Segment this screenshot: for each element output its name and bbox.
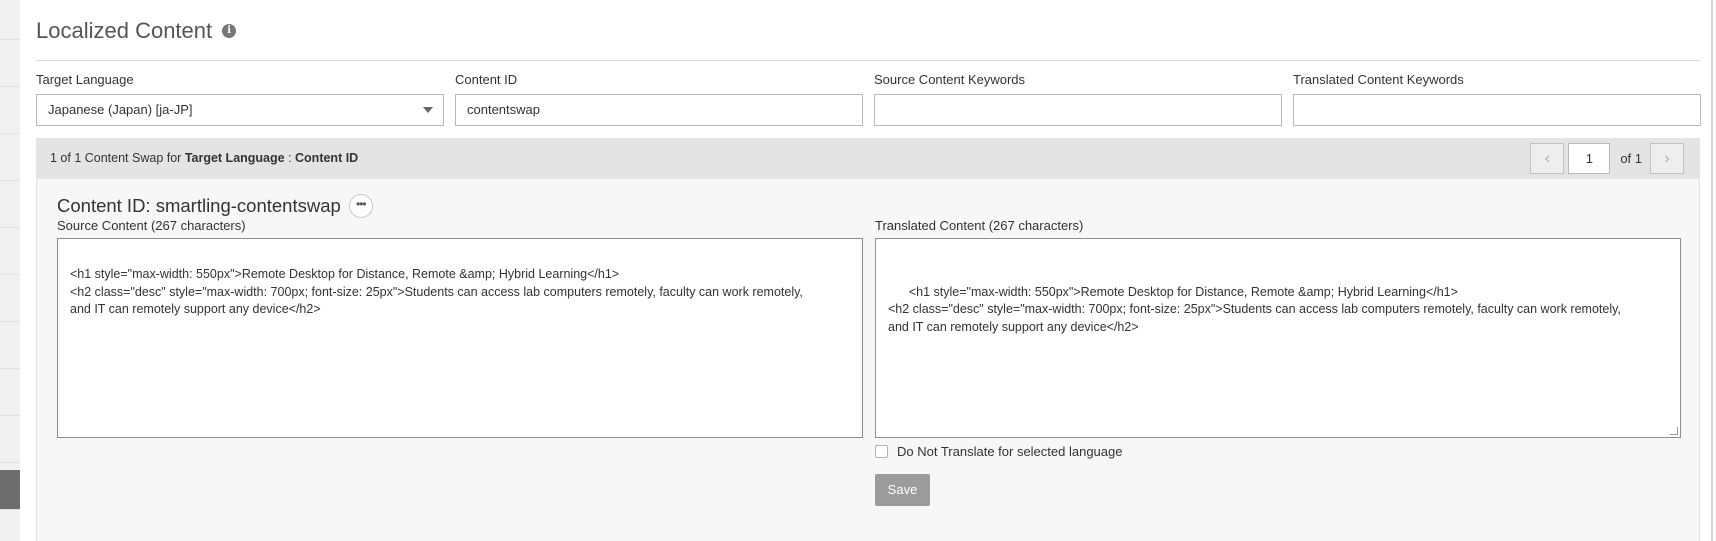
do-not-translate-checkbox[interactable] xyxy=(875,444,888,458)
target-language-value: Japanese (Japan) [ja-JP] xyxy=(48,102,193,117)
content-id-input[interactable]: contentswap xyxy=(455,94,863,126)
vertical-scrollbar[interactable] xyxy=(1711,0,1713,541)
source-keywords-filter: Source Content Keywords xyxy=(874,72,1282,126)
do-not-translate-row: Do Not Translate for selected language xyxy=(875,443,1122,459)
nav-rail-item[interactable] xyxy=(0,423,20,463)
header-divider xyxy=(36,60,1700,61)
translated-content-label: Translated Content (267 characters) xyxy=(875,218,1084,233)
resize-handle-icon[interactable] xyxy=(1670,427,1678,435)
source-keywords-input[interactable] xyxy=(874,94,1282,126)
results-summary-separator: : xyxy=(284,151,296,165)
target-language-select[interactable]: Japanese (Japan) [ja-JP] xyxy=(36,94,444,126)
content-item-header: Content ID: smartling-contentswap ••• xyxy=(57,193,373,219)
pagination: ‹ 1 of 1 › xyxy=(1530,143,1684,174)
nav-rail-item[interactable] xyxy=(0,47,20,87)
main-content: Localized Content i Target Language Japa… xyxy=(36,0,1701,541)
results-summary-prefix: 1 of 1 Content Swap for xyxy=(50,151,185,165)
content-id-filter: Content ID contentswap xyxy=(455,72,863,126)
translated-content-text: <h1 style="max-width: 550px">Remote Desk… xyxy=(888,284,1621,334)
content-id-label: Content ID xyxy=(455,72,518,87)
nav-rail-item[interactable] xyxy=(0,329,20,369)
results-bar: 1 of 1 Content Swap for Target Language … xyxy=(36,138,1700,179)
source-content-textarea: <h1 style="max-width: 550px">Remote Desk… xyxy=(57,238,863,438)
translated-content-textarea[interactable]: <h1 style="max-width: 550px">Remote Desk… xyxy=(875,238,1681,438)
page-number-input[interactable]: 1 xyxy=(1568,143,1611,174)
page-header: Localized Content i xyxy=(36,16,237,46)
nav-rail-item[interactable] xyxy=(0,282,20,322)
left-nav-rail xyxy=(0,0,20,541)
results-summary-content-id: Content ID xyxy=(295,151,359,165)
nav-rail-item[interactable] xyxy=(0,94,20,134)
info-icon[interactable]: i xyxy=(222,24,237,38)
ellipsis-icon: ••• xyxy=(355,197,367,211)
source-content-label: Source Content (267 characters) xyxy=(57,218,246,233)
source-keywords-label: Source Content Keywords xyxy=(874,72,1026,87)
target-language-label: Target Language xyxy=(36,72,134,87)
page-count: of 1 xyxy=(1620,151,1642,166)
nav-rail-item[interactable] xyxy=(0,235,20,275)
translated-keywords-label: Translated Content Keywords xyxy=(1293,72,1464,87)
translated-keywords-filter: Translated Content Keywords xyxy=(1293,72,1701,126)
chevron-right-icon: › xyxy=(1664,150,1670,167)
save-button[interactable]: Save xyxy=(875,474,930,506)
results-summary-target-language: Target Language xyxy=(184,151,285,165)
content-item-title: Content ID: smartling-contentswap xyxy=(57,195,341,216)
next-page-button[interactable]: › xyxy=(1650,143,1684,174)
translated-keywords-input[interactable] xyxy=(1293,94,1701,126)
nav-rail-item[interactable] xyxy=(0,141,20,181)
do-not-translate-label[interactable]: Do Not Translate for selected language xyxy=(897,444,1122,459)
page-title: Localized Content xyxy=(36,18,213,43)
nav-rail-item[interactable] xyxy=(0,188,20,228)
prev-page-button[interactable]: ‹ xyxy=(1530,143,1565,174)
results-summary: 1 of 1 Content Swap for Target Language … xyxy=(50,138,358,179)
target-language-filter: Target Language Japanese (Japan) [ja-JP] xyxy=(36,72,444,126)
nav-rail-item[interactable] xyxy=(0,376,20,416)
nav-rail-item[interactable] xyxy=(0,517,20,541)
nav-rail-item-active[interactable] xyxy=(0,470,20,510)
more-options-button[interactable]: ••• xyxy=(348,194,373,218)
chevron-down-icon xyxy=(423,107,433,113)
chevron-left-icon: ‹ xyxy=(1544,150,1550,167)
content-swap-panel: Content ID: smartling-contentswap ••• So… xyxy=(36,179,1700,541)
nav-rail-item[interactable] xyxy=(0,0,20,40)
